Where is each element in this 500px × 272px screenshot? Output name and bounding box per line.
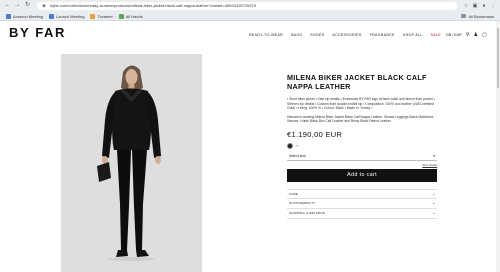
- product-photo[interactable]: [61, 54, 202, 272]
- size-select-placeholder: Select size: [289, 153, 306, 158]
- plus-icon: +: [433, 201, 435, 206]
- model-info: Hannah is wearing Milena Biker Jacket Bl…: [287, 114, 434, 124]
- header-utilities: GB / EUR ⚲ ♟ ▢: [446, 32, 487, 38]
- nav-bags[interactable]: BAGS: [291, 33, 302, 37]
- back-icon[interactable]: ←: [4, 2, 11, 9]
- accordion-label: SUSTAINABILITY: [289, 201, 316, 206]
- brand-logo[interactable]: BY FAR: [9, 25, 66, 40]
- plus-icon: +: [433, 191, 435, 196]
- nav-accessories[interactable]: ACCESSORIES: [332, 33, 361, 37]
- site-info-icon[interactable]: ◈: [41, 3, 47, 9]
- globe-icon: [90, 13, 96, 19]
- nav-ready-to-wear[interactable]: READY-TO-WEAR: [249, 33, 283, 37]
- color-swatch-black[interactable]: [287, 142, 293, 149]
- locale-selector[interactable]: GB / EUR: [446, 33, 462, 37]
- star-icon[interactable]: ☆: [463, 3, 469, 9]
- search-icon[interactable]: ⚲: [466, 32, 470, 38]
- accordion-label: CARE: [289, 191, 299, 196]
- product-info: MILENA BIKER JACKET BLACK CALF NAPPA LEA…: [287, 73, 437, 219]
- folder-icon: [461, 14, 467, 18]
- bag-icon[interactable]: ▢: [482, 32, 487, 38]
- accordion-label: SHIPPING & RETURNS: [289, 211, 326, 216]
- menu-icon[interactable]: ⋮: [490, 3, 496, 9]
- address-bar-row: ← → ↻ ◈ byfar.com/collections/ready-to-w…: [0, 0, 500, 11]
- size-guide-link[interactable]: Size Guide: [287, 163, 437, 167]
- accordion-care[interactable]: CARE +: [287, 188, 437, 199]
- product-description: • Short biker jacket • Side zip details …: [287, 97, 435, 111]
- bookmark-item[interactable]: Amazon Meeting: [6, 13, 43, 19]
- accordion-sustainability[interactable]: SUSTAINABILITY +: [287, 199, 437, 209]
- nav-fragrance[interactable]: FRAGRANCE: [370, 33, 395, 37]
- forward-icon[interactable]: →: [14, 2, 21, 9]
- extensions-icon[interactable]: ▣: [472, 3, 478, 9]
- profile-icon[interactable]: ●: [481, 3, 487, 9]
- main-nav: READY-TO-WEAR BAGS SHOES ACCESSORIES FRA…: [249, 33, 441, 37]
- calendar-icon: [49, 13, 55, 19]
- nav-sale[interactable]: SALE: [431, 33, 441, 37]
- calendar-icon: [6, 13, 11, 19]
- all-bookmarks[interactable]: All Bookmarks: [461, 14, 494, 19]
- more-colors[interactable]: +: [296, 144, 298, 148]
- bookmark-item[interactable]: All Hands: [118, 13, 143, 19]
- bookmarks-bar: Amazon Meeting Launch Meeting Tocamet Al…: [0, 11, 500, 21]
- product-title: MILENA BIKER JACKET BLACK CALF NAPPA LEA…: [287, 73, 427, 91]
- nav-shoes[interactable]: SHOES: [310, 33, 324, 37]
- model-figure: [61, 54, 202, 272]
- bookmark-item[interactable]: Launch Meeting: [49, 13, 84, 19]
- accordion-shipping-returns[interactable]: SHIPPING & RETURNS +: [287, 209, 437, 219]
- bookmark-item[interactable]: Tocamet: [90, 13, 113, 19]
- size-select[interactable]: Select size ▾: [287, 152, 437, 161]
- product-price: €1.190,00 EUR: [287, 129, 343, 139]
- globe-icon: [118, 13, 124, 19]
- product-accordion: CARE + SUSTAINABILITY + SHIPPING & RETUR…: [287, 188, 437, 219]
- account-icon[interactable]: ♟: [473, 32, 477, 38]
- url-bar[interactable]: ◈ byfar.com/collections/ready-to-wear/pr…: [37, 1, 457, 10]
- nav-shop-all[interactable]: SHOP ALL: [403, 33, 423, 37]
- site-header: BY FAR READY-TO-WEAR BAGS SHOES ACCESSOR…: [0, 21, 496, 48]
- plus-icon: +: [433, 211, 435, 216]
- scrollbar-thumb[interactable]: [497, 28, 499, 88]
- color-swatches: +: [287, 142, 437, 149]
- browser-chrome: ← → ↻ ◈ byfar.com/collections/ready-to-w…: [0, 0, 500, 21]
- chevron-down-icon: ▾: [433, 153, 435, 158]
- reload-icon[interactable]: ↻: [24, 2, 31, 9]
- add-to-cart-button[interactable]: Add to cart: [287, 168, 437, 182]
- url-text: byfar.com/collections/ready-to-wear/prod…: [50, 3, 256, 8]
